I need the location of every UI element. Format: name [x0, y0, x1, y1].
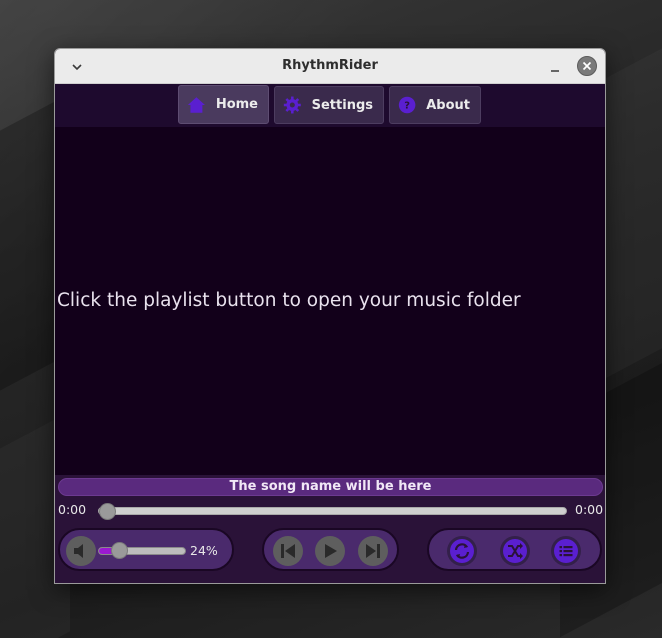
play-icon — [325, 544, 337, 558]
next-button[interactable] — [358, 536, 388, 566]
title-bar: RhythmRider — [55, 49, 605, 84]
nav-about-label: About — [426, 97, 470, 113]
home-icon — [187, 96, 205, 113]
main-content: Click the playlist button to open your m… — [55, 127, 605, 475]
skip-previous-icon — [281, 544, 295, 558]
minimize-icon[interactable] — [545, 57, 565, 77]
nav-settings-label: Settings — [311, 97, 373, 113]
duration-time: 0:00 — [575, 502, 604, 517]
seek-handle[interactable] — [99, 503, 116, 520]
volume-handle[interactable] — [110, 542, 128, 559]
app-window: RhythmRider Home Settings ? About Click … — [54, 48, 606, 584]
playlist-icon — [554, 539, 578, 563]
player-panel: The song name will be here 0:00 0:00 24% — [55, 475, 605, 583]
nav-about-button[interactable]: ? About — [389, 86, 481, 124]
svg-text:?: ? — [404, 101, 410, 112]
gear-icon — [283, 96, 301, 114]
window-title: RhythmRider — [282, 58, 378, 73]
volume-percent: 24% — [190, 543, 218, 558]
transport-controls — [262, 528, 399, 571]
skip-next-icon — [366, 544, 380, 558]
close-icon — [582, 61, 592, 71]
mute-button[interactable] — [66, 536, 96, 566]
elapsed-time: 0:00 — [58, 502, 87, 517]
shuffle-icon — [503, 539, 527, 563]
seek-slider[interactable] — [98, 503, 567, 520]
previous-button[interactable] — [273, 536, 303, 566]
speaker-icon — [74, 544, 83, 558]
playlist-button[interactable] — [551, 536, 581, 566]
shuffle-button[interactable] — [500, 536, 530, 566]
volume-control: 24% — [58, 528, 234, 571]
empty-state-message: Click the playlist button to open your m… — [57, 290, 521, 311]
nav-home-label: Home — [215, 97, 258, 112]
nav-settings-button[interactable]: Settings — [274, 86, 384, 124]
desktop-shape — [600, 39, 662, 382]
nav-bar: Home Settings ? About — [55, 84, 605, 127]
play-button[interactable] — [315, 536, 345, 566]
playback-mode-controls — [427, 528, 602, 571]
nav-home-button[interactable]: Home — [178, 85, 269, 124]
close-button[interactable] — [577, 56, 597, 76]
question-icon: ? — [398, 96, 416, 114]
repeat-icon — [450, 539, 474, 563]
song-name-bar: The song name will be here — [58, 478, 603, 496]
repeat-button[interactable] — [447, 536, 477, 566]
